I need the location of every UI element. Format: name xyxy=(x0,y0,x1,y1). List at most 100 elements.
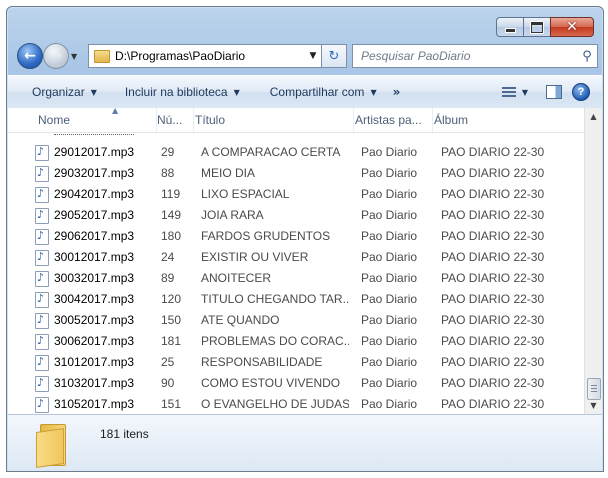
column-header-name[interactable]: ▲ Nome xyxy=(34,108,157,132)
toolbar-right: ▼ ? xyxy=(494,80,602,104)
vertical-scrollbar[interactable]: ▲ ▼ xyxy=(584,108,602,414)
details-pane: 181 itens xyxy=(8,414,602,471)
cell-album: PAO DIARIO 22-30 xyxy=(441,397,545,411)
preview-pane-icon[interactable] xyxy=(546,85,562,99)
recent-pages-dropdown-icon[interactable]: ▼ xyxy=(71,52,77,61)
cell-title: O EVANGELHO DE JUDAS xyxy=(201,397,349,411)
cell-title: ATE QUANDO xyxy=(201,313,280,327)
file-row[interactable]: 29052017.mp3 149 JOIA RARA Pao Diario PAO DI… xyxy=(8,205,584,226)
chevron-down-icon[interactable]: ▼ xyxy=(522,88,528,97)
cell-artist: Pao Diario xyxy=(361,166,418,180)
cell-artist: Pao Diario xyxy=(361,187,418,201)
cell-album: PAO DIARIO 22-30 xyxy=(441,355,545,369)
cell-artist: Pao Diario xyxy=(361,145,418,159)
close-button[interactable]: ✕ xyxy=(550,17,594,37)
cell-num: 24 xyxy=(161,250,175,264)
sort-ascending-icon: ▲ xyxy=(112,108,119,115)
audio-file-icon xyxy=(35,145,49,161)
cell-num: 150 xyxy=(161,313,182,327)
cell-num: 89 xyxy=(161,271,175,285)
column-header-title[interactable]: Título xyxy=(191,108,354,132)
audio-file-icon xyxy=(35,355,49,371)
include-in-library-menu[interactable]: Incluir na biblioteca ▼ xyxy=(105,80,248,104)
address-path[interactable]: D:\Programas\PaoDiario xyxy=(115,49,305,63)
cell-album: PAO DIARIO 22-30 xyxy=(441,250,545,264)
maximize-button[interactable] xyxy=(523,17,550,37)
organize-label: Organizar xyxy=(32,85,85,99)
cell-title: EXISTIR OU VIVER xyxy=(201,250,309,264)
file-row[interactable]: 30062017.mp3 181 PROBLEMAS DO CORAC... Pao … xyxy=(8,331,584,352)
file-list: ▲ Nome Nú... Título Artistas pa... Álbum… xyxy=(8,108,602,414)
scroll-up-button[interactable]: ▲ xyxy=(585,108,602,125)
audio-file-icon xyxy=(35,313,49,329)
file-row[interactable]: 29062017.mp3 180 FARDOS GRUDENTOS Pao Diari… xyxy=(8,226,584,247)
cell-artist: Pao Diario xyxy=(361,208,418,222)
cell-artist: Pao Diario xyxy=(361,376,418,390)
scroll-down-button[interactable]: ▼ xyxy=(585,397,602,414)
organize-menu[interactable]: Organizar ▼ xyxy=(8,80,105,104)
cell-album: PAO DIARIO 22-30 xyxy=(441,271,545,285)
cell-num: 90 xyxy=(161,376,175,390)
cell-num: 25 xyxy=(161,355,175,369)
cell-title: FARDOS GRUDENTOS xyxy=(201,229,331,243)
explorer-window: ✕ ← → ▼ D:\Programas\PaoDiario ▼ ↻ ⚲ Org… xyxy=(6,6,604,472)
cell-name: 29042017.mp3 xyxy=(54,187,135,201)
file-row[interactable]: 30042017.mp3 120 TITULO CHEGANDO TAR... Pao… xyxy=(8,289,584,310)
audio-file-icon xyxy=(35,250,49,266)
close-icon: ✕ xyxy=(566,19,578,35)
file-row[interactable]: 31012017.mp3 25 RESPONSABILIDADE Pao Diario… xyxy=(8,352,584,373)
cell-num: 151 xyxy=(161,397,182,411)
cell-title: ANOITECER xyxy=(201,271,272,285)
help-icon[interactable]: ? xyxy=(572,83,590,101)
cell-artist: Pao Diario xyxy=(361,229,418,243)
maximize-icon xyxy=(531,21,543,33)
column-header-artist[interactable]: Artistas pa... xyxy=(351,108,433,132)
forward-arrow-icon: → xyxy=(50,48,62,64)
cell-name: 30012017.mp3 xyxy=(54,250,135,264)
caption-buttons: ✕ xyxy=(496,17,594,37)
cell-name: 29032017.mp3 xyxy=(54,166,135,180)
file-row[interactable]: 30052017.mp3 150 ATE QUANDO Pao Diario PAO D… xyxy=(8,310,584,331)
cell-album: PAO DIARIO 22-30 xyxy=(441,313,545,327)
cell-album: PAO DIARIO 22-30 xyxy=(441,208,545,222)
change-view-button[interactable]: ▼ xyxy=(494,80,536,104)
file-row[interactable]: 31052017.mp3 151 O EVANGELHO DE JUDAS Pao D… xyxy=(8,394,584,414)
cell-num: 181 xyxy=(161,334,182,348)
share-with-menu[interactable]: Compartilhar com ▼ xyxy=(248,80,385,104)
cell-title: PROBLEMAS DO CORAC... xyxy=(201,334,349,348)
file-row[interactable]: 30032017.mp3 89 ANOITECER Pao Diario PAO DIA… xyxy=(8,268,584,289)
cell-artist: Pao Diario xyxy=(361,292,418,306)
cell-num: 149 xyxy=(161,208,182,222)
minimize-button[interactable] xyxy=(496,17,523,37)
search-box[interactable]: ⚲ xyxy=(352,44,598,68)
address-bar[interactable]: D:\Programas\PaoDiario ▼ xyxy=(88,44,322,68)
cell-num: 180 xyxy=(161,229,182,243)
file-row[interactable]: 31032017.mp3 90 COMO ESTOU VIVENDO Pao Diar… xyxy=(8,373,584,394)
column-label: Artistas pa... xyxy=(355,113,422,127)
file-row[interactable]: 29032017.mp3 88 MEIO DIA Pao Diario PAO DIAR… xyxy=(8,163,584,184)
search-input[interactable] xyxy=(353,48,577,64)
forward-button[interactable]: → xyxy=(43,43,69,69)
more-commands-button[interactable]: » xyxy=(385,85,409,99)
cell-album: PAO DIARIO 22-30 xyxy=(441,166,545,180)
address-dropdown-icon[interactable]: ▼ xyxy=(305,51,321,61)
cell-name: 29062017.mp3 xyxy=(54,229,135,243)
back-button[interactable]: ← xyxy=(17,43,43,69)
file-row[interactable]: 30012017.mp3 24 EXISTIR OU VIVER Pao Diario… xyxy=(8,247,584,268)
cell-title: JOIA RARA xyxy=(201,208,264,222)
cell-title: TITULO CHEGANDO TAR... xyxy=(201,292,349,306)
file-row[interactable]: 29042017.mp3 119 LIXO ESPACIAL Pao Diario PA… xyxy=(8,184,584,205)
cell-num: 88 xyxy=(161,166,175,180)
search-icon[interactable]: ⚲ xyxy=(577,49,597,64)
file-row[interactable]: 29012017.mp3 29 A COMPARACAO CERTA Pao Diar… xyxy=(8,142,584,163)
cell-artist: Pao Diario xyxy=(361,334,418,348)
folder-icon xyxy=(36,424,72,468)
back-arrow-icon: ← xyxy=(24,48,36,64)
column-header-album[interactable]: Álbum xyxy=(430,108,584,132)
audio-file-icon xyxy=(35,334,49,350)
column-header-number[interactable]: Nú... xyxy=(153,108,194,132)
details-view-icon xyxy=(501,87,516,97)
cell-name: 31052017.mp3 xyxy=(54,397,135,411)
cell-name: 31032017.mp3 xyxy=(54,376,135,390)
refresh-button[interactable]: ↻ xyxy=(321,44,347,68)
